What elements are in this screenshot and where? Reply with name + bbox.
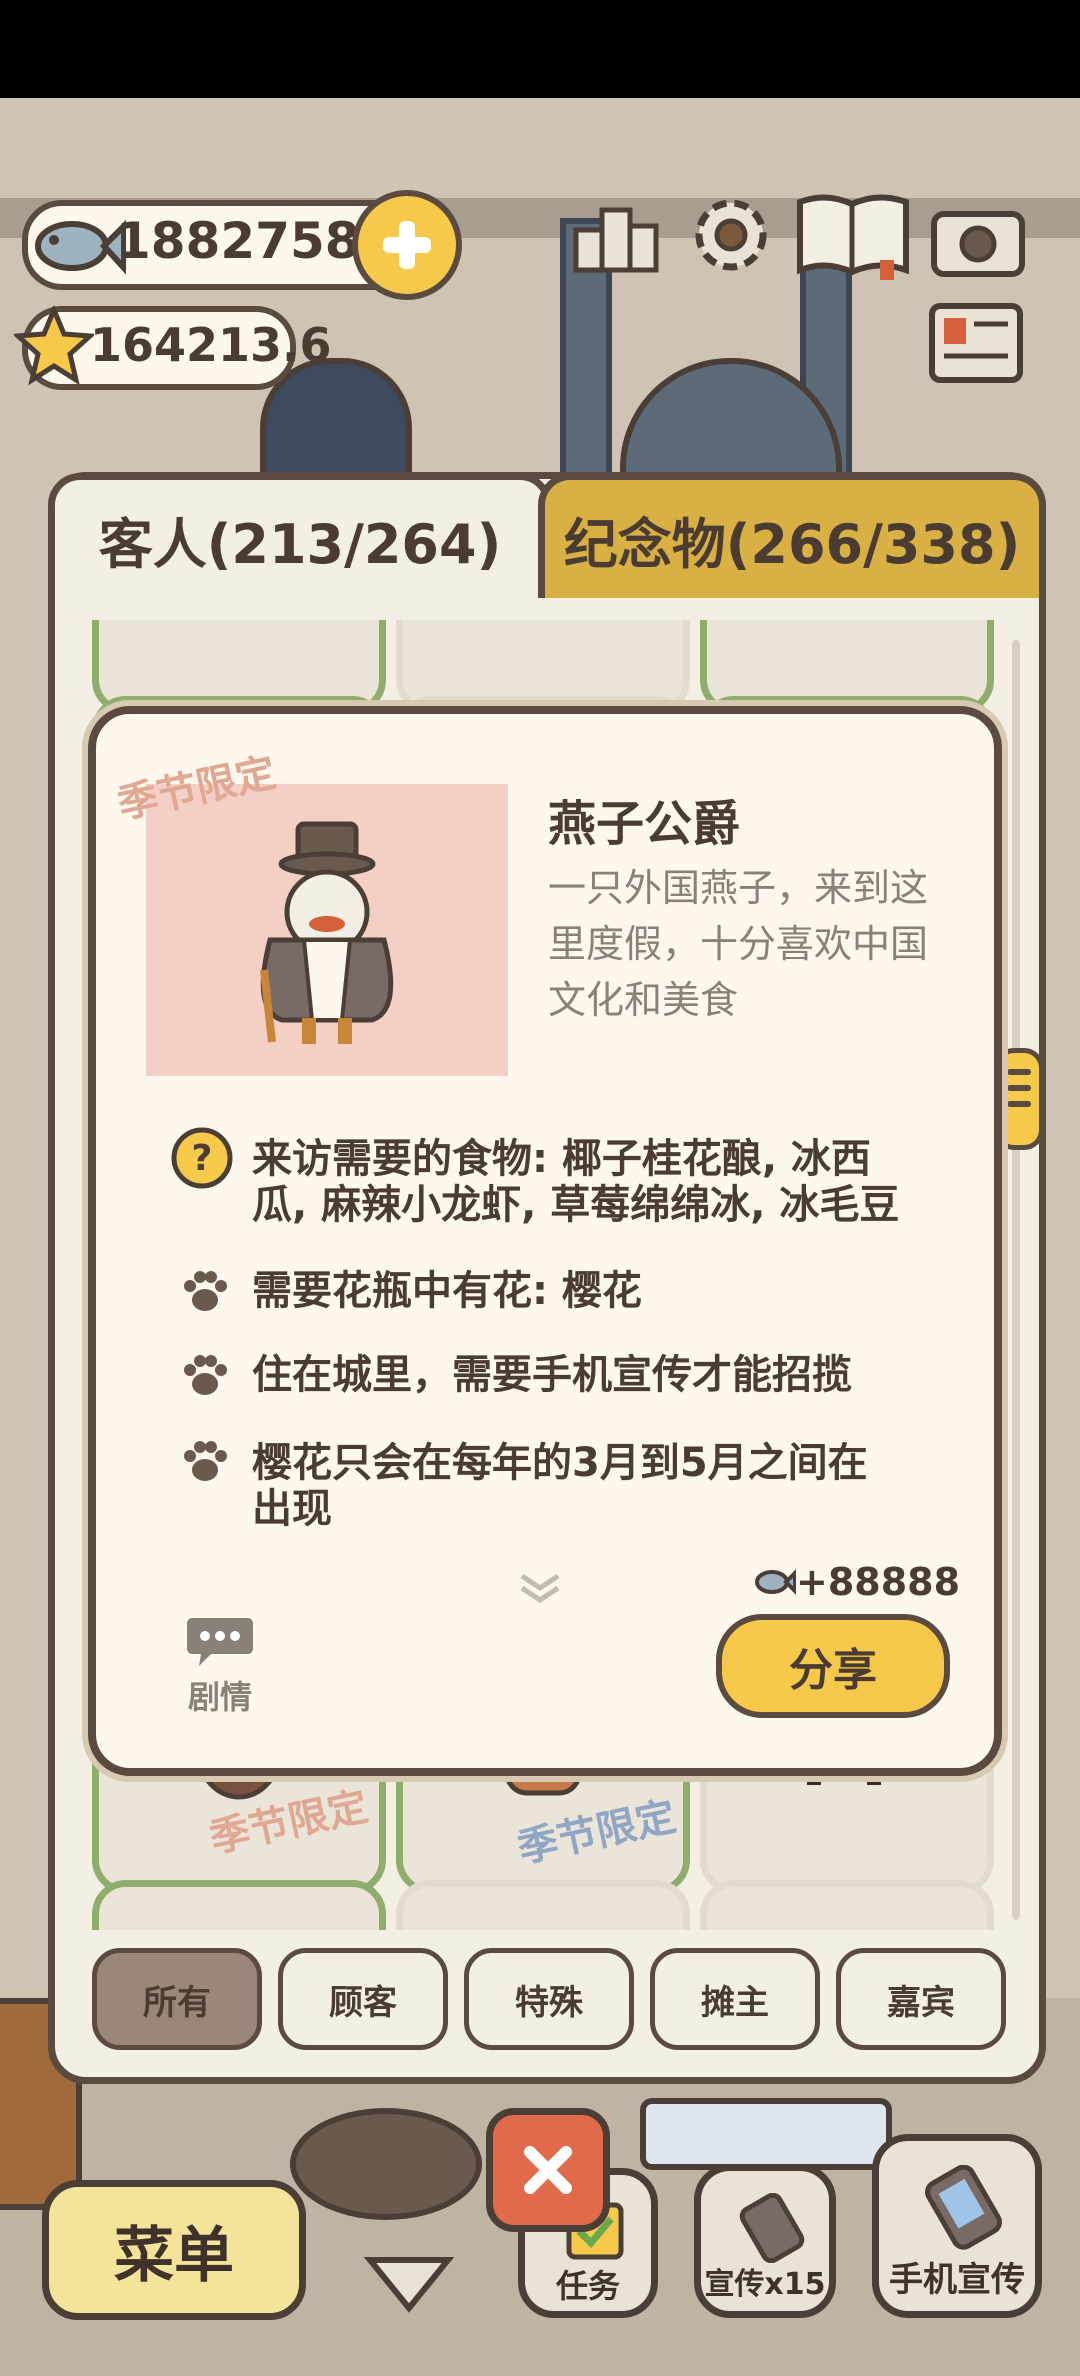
menu-button[interactable]: 菜单 <box>42 2180 306 2320</box>
add-currency-button[interactable] <box>352 190 462 300</box>
guest-card[interactable] <box>700 1880 994 1930</box>
swallow-duke-image <box>260 821 394 1044</box>
city-requirement: 住在城里，需要手机宣传才能招揽 <box>252 1352 852 1398</box>
fish-icon <box>755 1569 796 1595</box>
ranking-button[interactable] <box>572 196 662 276</box>
reward-amount: +88888 <box>796 1560 961 1604</box>
phone-promote-button[interactable]: 手机宣传 <box>872 2134 1042 2318</box>
flower-requirement: 需要花瓶中有花: 樱花 <box>252 1268 642 1314</box>
tab-souvenirs-label: 纪念物(266/338) <box>563 512 1021 576</box>
gear-icon <box>695 199 767 271</box>
book-icon <box>797 194 909 280</box>
plus-icon <box>383 221 431 269</box>
filter-customers[interactable]: 顾客 <box>278 1948 448 2050</box>
guest-description: 一只外国燕子，来到这 里度假，十分喜欢中国 文化和美食 <box>548 860 928 1028</box>
fish-icon <box>35 219 126 275</box>
filter-label: 顾客 <box>329 1982 397 2023</box>
ranking-icon <box>573 207 659 273</box>
phone-promote-label: 手机宣传 <box>889 2260 1025 2300</box>
star-amount: 164213.6 <box>90 318 332 372</box>
paw-icon <box>184 1441 227 1481</box>
guest-name: 燕子公爵 <box>548 796 741 852</box>
tab-guests[interactable]: 客人(213/264) <box>48 473 552 598</box>
filter-label: 所有 <box>143 1982 211 2023</box>
guide-book-button[interactable] <box>794 190 912 282</box>
tasks-label: 任务 <box>555 2267 620 2305</box>
promote-label: 宣传x15 <box>704 2267 826 2302</box>
menu-label: 菜单 <box>114 2220 234 2291</box>
filter-vendors[interactable]: 摊主 <box>650 1948 820 2050</box>
chevron-down-icon[interactable] <box>516 1572 564 1604</box>
question-icon: ? <box>171 1127 233 1189</box>
speech-bubble-icon <box>187 1618 253 1666</box>
paw-icon <box>184 1271 227 1311</box>
share-button[interactable]: 分享 <box>716 1614 950 1718</box>
camera-icon <box>931 211 1025 277</box>
table-decor <box>290 2108 482 2220</box>
food-line: 来访需要的食物: 椰子桂花酿, 冰西 <box>252 1136 872 1182</box>
chevron-down-icon[interactable] <box>364 2254 454 2314</box>
paw-icon <box>184 1355 227 1395</box>
food-requirement: 来访需要的食物: 椰子桂花酿, 冰西 瓜, 麻辣小龙虾, 草莓绵绵冰, 冰毛豆 <box>252 1136 952 1228</box>
guest-card[interactable] <box>396 1880 690 1930</box>
filter-label: 嘉宾 <box>887 1982 955 2023</box>
story-button[interactable]: 剧情 <box>180 1612 260 1718</box>
newspaper-icon <box>929 303 1023 383</box>
filter-label: 摊主 <box>701 1982 769 2023</box>
season-line: 樱花只会在每年的3月到5月之间在 <box>252 1440 868 1486</box>
phone-icon <box>925 2165 1002 2250</box>
description-line: 文化和美食 <box>548 978 739 1022</box>
tab-guests-label: 客人(213/264) <box>98 512 502 576</box>
filter-label: 特殊 <box>515 1982 583 2023</box>
promote-button[interactable]: 宣传x15 <box>694 2164 836 2318</box>
stall-decor <box>640 2098 892 2170</box>
tab-souvenirs[interactable]: 纪念物(266/338) <box>538 473 1046 598</box>
filter-all[interactable]: 所有 <box>92 1948 262 2050</box>
star-currency-pill: 164213.6 <box>14 306 332 390</box>
filter-guests[interactable]: 嘉宾 <box>836 1948 1006 2050</box>
close-icon <box>524 2146 572 2194</box>
camera-button[interactable] <box>930 198 1026 278</box>
guest-card[interactable] <box>92 1880 386 1930</box>
season-line: 出现 <box>252 1486 332 1532</box>
description-line: 一只外国燕子，来到这 <box>548 866 929 910</box>
share-label: 分享 <box>789 1645 877 1696</box>
svg-text:?: ? <box>192 1138 213 1179</box>
close-button[interactable] <box>486 2108 610 2232</box>
newspaper-button[interactable] <box>926 300 1026 386</box>
description-line: 里度假，十分喜欢中国 <box>548 922 929 966</box>
settings-button[interactable] <box>686 190 776 280</box>
scrollbar-track[interactable] <box>1012 640 1020 1920</box>
star-icon <box>14 306 94 386</box>
food-line: 瓜, 麻辣小龙虾, 草莓绵绵冰, 冰毛豆 <box>252 1182 900 1228</box>
guest-portrait <box>146 784 508 1076</box>
story-label: 剧情 <box>187 1678 252 1716</box>
filter-special[interactable]: 特殊 <box>464 1948 634 2050</box>
phone-icon <box>739 2193 805 2263</box>
season-requirement: 樱花只会在每年的3月到5月之间在 出现 <box>252 1440 952 1532</box>
